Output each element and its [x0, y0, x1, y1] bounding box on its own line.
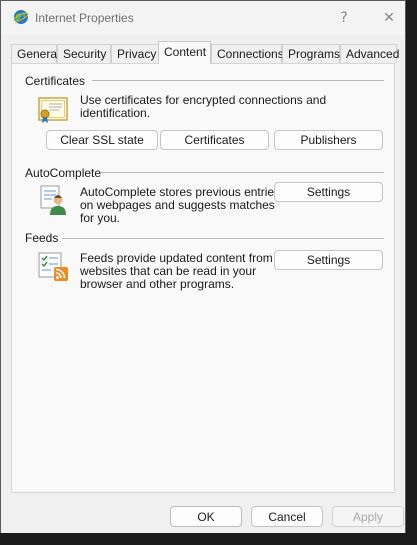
publishers-button[interactable]: Publishers: [274, 130, 383, 150]
tab-security[interactable]: Security: [57, 44, 111, 63]
window-title: Internet Properties: [35, 11, 134, 25]
autocomplete-heading: AutoComplete: [25, 166, 102, 180]
certificates-heading: Certificates: [25, 74, 86, 88]
ok-button[interactable]: OK: [170, 506, 242, 527]
autocomplete-settings-button[interactable]: Settings: [274, 182, 383, 202]
autocomplete-divider: [100, 172, 384, 173]
feeds-settings-button[interactable]: Settings: [274, 250, 383, 270]
tab-connections[interactable]: Connections: [211, 44, 284, 63]
certificates-button[interactable]: Certificates: [160, 130, 269, 150]
certificates-divider: [92, 80, 384, 81]
content-tab-panel: Certificates Use certificates for encryp…: [11, 63, 395, 493]
tab-programs[interactable]: Programs: [282, 44, 340, 63]
cancel-button[interactable]: Cancel: [251, 506, 323, 527]
title-bar[interactable]: Internet Properties ? ✕: [1, 1, 405, 35]
feeds-heading: Feeds: [25, 231, 59, 245]
dialog-footer: OK Cancel Apply: [1, 493, 405, 533]
feeds-divider: [62, 238, 384, 239]
help-button[interactable]: ?: [324, 5, 364, 31]
clear-ssl-state-button[interactable]: Clear SSL state: [46, 130, 158, 150]
internet-properties-dialog: Internet Properties ? ✕ General Security…: [0, 0, 406, 533]
feeds-rss-icon: [38, 252, 68, 281]
certificate-icon: [38, 97, 68, 123]
tab-general[interactable]: General: [11, 44, 60, 63]
tab-content[interactable]: Content: [158, 41, 211, 64]
tab-privacy[interactable]: Privacy: [111, 44, 159, 63]
tab-advanced[interactable]: Advanced: [340, 44, 399, 63]
feeds-description-line3: browser and other programs.: [80, 277, 235, 291]
autocomplete-description-line3: for you.: [80, 211, 121, 225]
internet-globe-icon: [13, 10, 29, 24]
close-button[interactable]: ✕: [369, 5, 409, 31]
autocomplete-user-icon: [40, 185, 66, 215]
apply-button[interactable]: Apply: [332, 506, 404, 527]
certificates-description: Use certificates for encrypted connectio…: [80, 93, 327, 120]
